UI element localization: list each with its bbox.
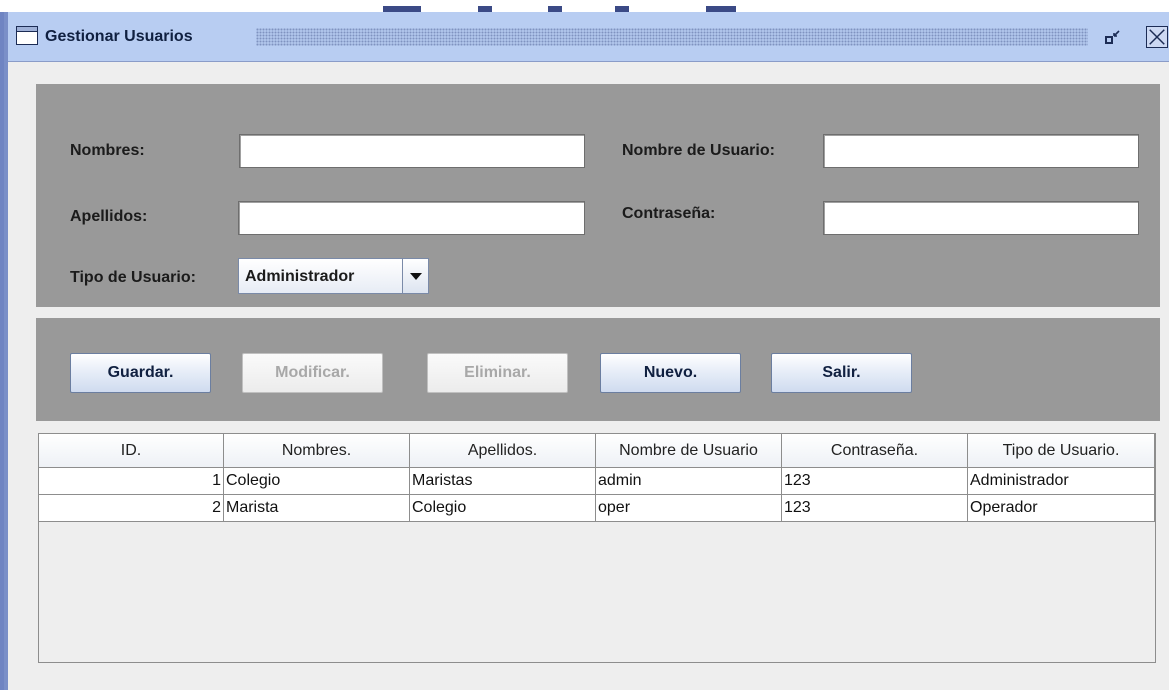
- tipo-usuario-select[interactable]: Administrador: [238, 258, 429, 294]
- window-icon: [16, 26, 38, 45]
- actions-panel: Guardar. Modificar. Eliminar. Nuevo. Sal…: [36, 318, 1160, 421]
- title-bar[interactable]: Gestionar Usuarios: [8, 12, 1169, 62]
- users-table[interactable]: ID. Nombres. Apellidos. Nombre de Usuari…: [38, 433, 1156, 663]
- table-cell[interactable]: oper: [596, 495, 782, 522]
- nuevo-button[interactable]: Nuevo.: [600, 353, 741, 393]
- table-row[interactable]: 2 Marista Colegio oper 123 Operador: [39, 495, 1155, 522]
- nombres-field[interactable]: [239, 134, 585, 168]
- table-cell[interactable]: Marista: [224, 495, 410, 522]
- table-body: 1 Colegio Maristas admin 123 Administrad…: [39, 468, 1155, 522]
- table-cell[interactable]: Administrador: [968, 468, 1155, 495]
- apellidos-field[interactable]: [238, 201, 585, 235]
- column-header-contrasena[interactable]: Contraseña.: [782, 434, 968, 468]
- tipo-usuario-value: Administrador: [245, 268, 355, 285]
- table-cell[interactable]: Operador: [968, 495, 1155, 522]
- salir-button[interactable]: Salir.: [771, 353, 912, 393]
- chevron-down-icon[interactable]: [402, 259, 428, 293]
- restore-icon[interactable]: [1101, 26, 1123, 48]
- table-cell[interactable]: 123: [782, 495, 968, 522]
- table-cell[interactable]: admin: [596, 468, 782, 495]
- user-form-panel: Nombres: Apellidos: Nombre de Usuario: C…: [36, 84, 1160, 307]
- table-row[interactable]: 1 Colegio Maristas admin 123 Administrad…: [39, 468, 1155, 495]
- column-header-nombres[interactable]: Nombres.: [224, 434, 410, 468]
- table-cell[interactable]: Colegio: [224, 468, 410, 495]
- column-header-id[interactable]: ID.: [39, 434, 224, 468]
- table-cell[interactable]: Maristas: [410, 468, 596, 495]
- eliminar-button[interactable]: Eliminar.: [427, 353, 568, 393]
- modificar-button[interactable]: Modificar.: [242, 353, 383, 393]
- nombre-usuario-label: Nombre de Usuario:: [622, 142, 775, 159]
- internal-frame: Gestionar Usuarios Nombres: Apellidos: N…: [0, 12, 1169, 690]
- desktop-strip: [0, 0, 1169, 12]
- column-header-apellidos[interactable]: Apellidos.: [410, 434, 596, 468]
- title-bar-grip: [256, 28, 1088, 46]
- nombres-label: Nombres:: [70, 142, 145, 159]
- contrasena-field[interactable]: [823, 201, 1139, 235]
- tipo-usuario-label: Tipo de Usuario:: [70, 269, 196, 286]
- table-header: ID. Nombres. Apellidos. Nombre de Usuari…: [39, 434, 1155, 468]
- table-cell[interactable]: Colegio: [410, 495, 596, 522]
- close-icon[interactable]: [1146, 26, 1168, 48]
- window-title: Gestionar Usuarios: [45, 26, 199, 48]
- frame-content: Nombres: Apellidos: Nombre de Usuario: C…: [8, 62, 1169, 690]
- guardar-button[interactable]: Guardar.: [70, 353, 211, 393]
- column-header-nombre-usuario[interactable]: Nombre de Usuario: [596, 434, 782, 468]
- nombre-usuario-field[interactable]: [823, 134, 1139, 168]
- column-header-tipo-usuario[interactable]: Tipo de Usuario.: [968, 434, 1155, 468]
- table-cell[interactable]: 1: [39, 468, 224, 495]
- table-cell[interactable]: 2: [39, 495, 224, 522]
- apellidos-label: Apellidos:: [70, 208, 148, 225]
- contrasena-label: Contraseña:: [622, 205, 716, 222]
- table-cell[interactable]: 123: [782, 468, 968, 495]
